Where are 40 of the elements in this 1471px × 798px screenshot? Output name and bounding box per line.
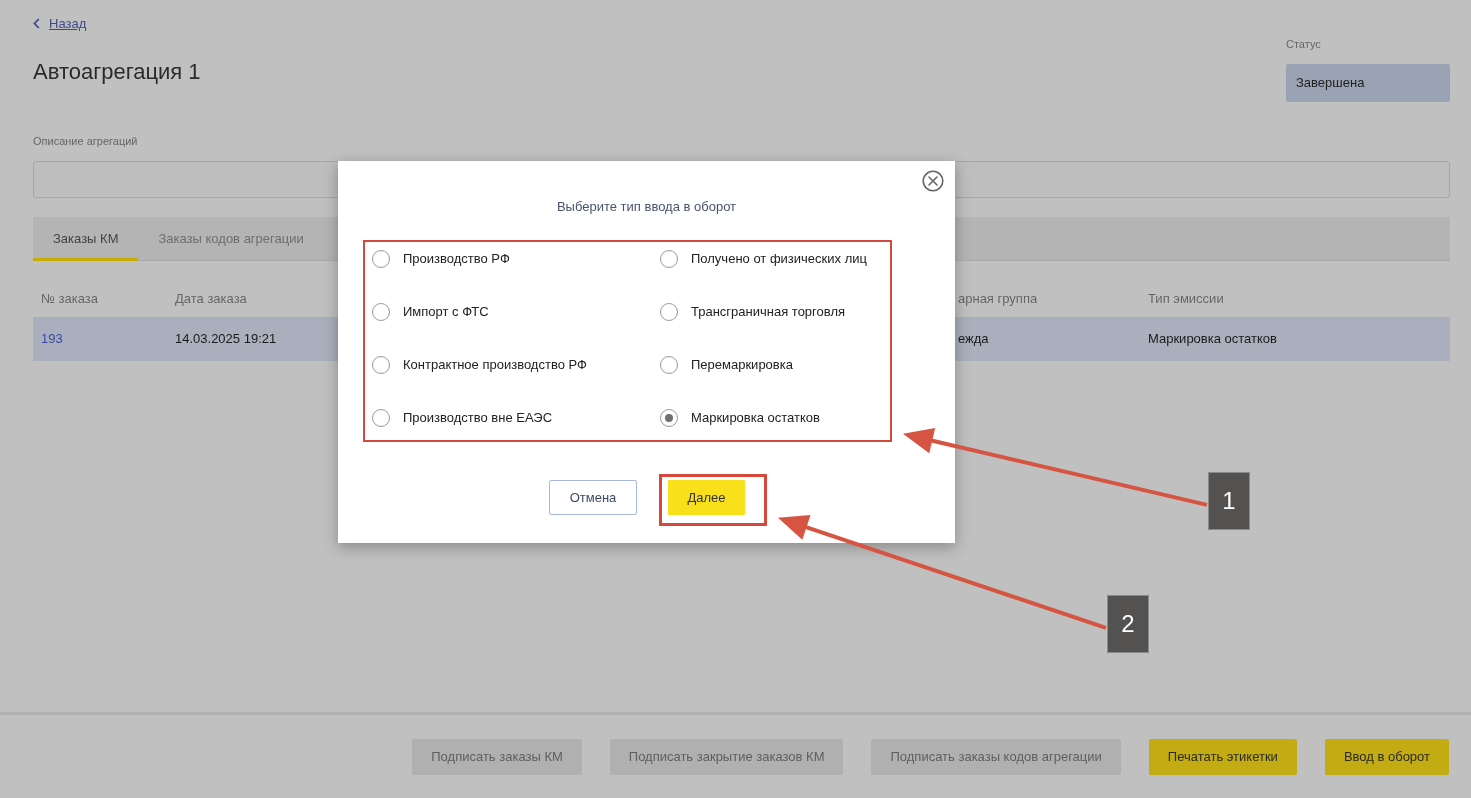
- tab[interactable]: Заказы КМ: [33, 217, 139, 261]
- callout-number: 1: [1208, 472, 1250, 530]
- order-link[interactable]: 193: [41, 331, 63, 347]
- radio-icon[interactable]: [660, 303, 678, 321]
- action-button[interactable]: Ввод в оборот: [1324, 738, 1449, 775]
- status-label: Статус: [1286, 37, 1321, 51]
- back-link[interactable]: Назад: [33, 14, 87, 33]
- column-header: Тип эмиссии: [1148, 290, 1224, 306]
- chevron-left-icon: [33, 18, 40, 29]
- radio-icon[interactable]: [660, 356, 678, 374]
- next-button[interactable]: Далее: [668, 480, 745, 515]
- radio-icon[interactable]: [372, 356, 390, 374]
- status-field: Завершена: [1286, 64, 1450, 102]
- radio-option[interactable]: Производство РФ: [372, 250, 510, 268]
- radio-icon[interactable]: [660, 409, 678, 427]
- radio-option[interactable]: Получено от физических лиц: [660, 250, 867, 268]
- page-title: Автоагрегация 1: [33, 58, 201, 86]
- column-header: № заказа: [41, 290, 98, 306]
- column-header: арная группа: [958, 290, 1038, 306]
- radio-option[interactable]: Трансграничная торговля: [660, 303, 845, 321]
- column-header: Дата заказа: [175, 290, 247, 306]
- callout-number: 2: [1107, 595, 1149, 653]
- dialog-title: Выберите тип ввода в оборот: [556, 198, 737, 216]
- close-icon: [922, 170, 944, 192]
- action-button[interactable]: Печатать этикетки: [1148, 738, 1297, 775]
- table-cell: ежда: [958, 331, 989, 347]
- radio-option[interactable]: Импорт с ФТС: [372, 303, 489, 321]
- radio-option[interactable]: Маркировка остатков: [660, 409, 820, 427]
- cancel-button[interactable]: Отмена: [549, 480, 637, 515]
- field-label: Описание агрегаций: [33, 134, 138, 148]
- radio-icon[interactable]: [372, 303, 390, 321]
- radio-icon[interactable]: [372, 250, 390, 268]
- radio-icon[interactable]: [372, 409, 390, 427]
- radio-option[interactable]: Перемаркировка: [660, 356, 793, 374]
- radio-icon[interactable]: [660, 250, 678, 268]
- table-cell: Маркировка остатков: [1148, 331, 1277, 347]
- radio-option[interactable]: Производство вне ЕАЭС: [372, 409, 553, 427]
- radio-option[interactable]: Контрактное производство РФ: [372, 356, 587, 374]
- table-cell: 14.03.2025 19:21: [175, 331, 277, 347]
- close-button[interactable]: [922, 170, 944, 192]
